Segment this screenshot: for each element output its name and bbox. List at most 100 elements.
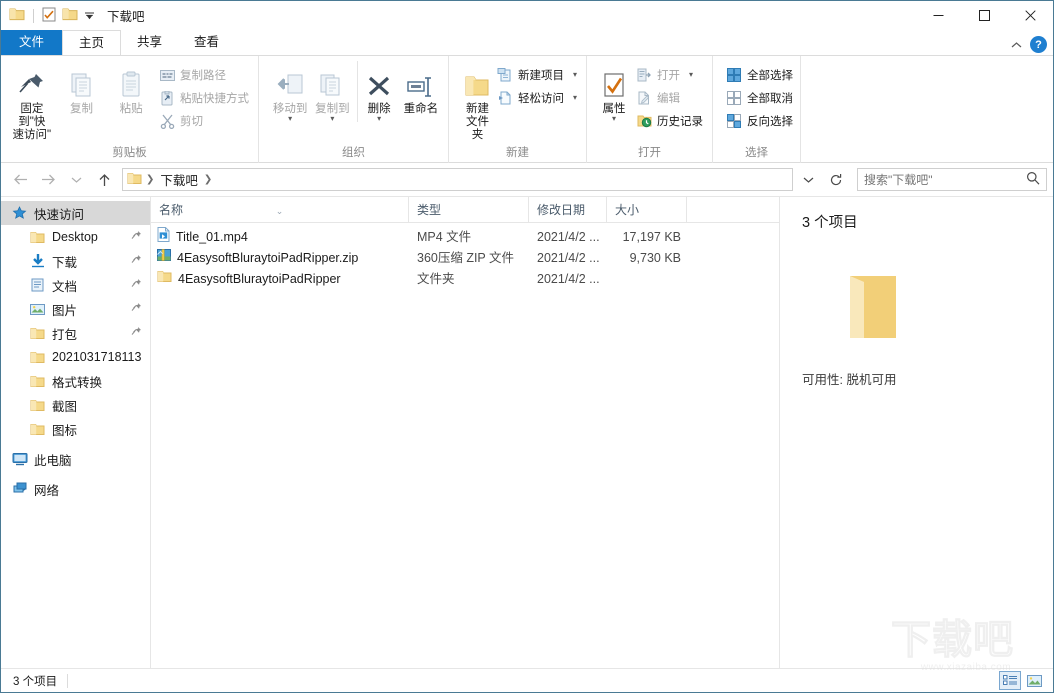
tab-share[interactable]: 共享 bbox=[121, 30, 179, 55]
address-input[interactable]: ❯ 下载吧 ❯ bbox=[122, 168, 793, 191]
cut-label: 剪切 bbox=[180, 116, 204, 128]
sidebar-item-network[interactable]: 网络 bbox=[1, 477, 150, 501]
sidebar-item-dabao[interactable]: 打包 bbox=[1, 321, 150, 345]
maximize-button[interactable] bbox=[961, 1, 1007, 30]
thumbnail-view-button[interactable] bbox=[1023, 671, 1045, 690]
close-button[interactable] bbox=[1007, 1, 1053, 30]
help-button[interactable]: ? bbox=[1030, 36, 1047, 53]
group-label-organize: 组织 bbox=[342, 147, 365, 159]
select-all-icon bbox=[726, 67, 742, 83]
column-header-type[interactable]: 类型 bbox=[409, 196, 529, 223]
delete-caret-icon[interactable]: ▾ bbox=[377, 115, 381, 123]
sidebar-item-2021031718113[interactable]: 2021031718113 bbox=[1, 345, 150, 369]
search-input[interactable] bbox=[864, 172, 1026, 187]
properties-caret-icon[interactable]: ▾ bbox=[612, 115, 616, 123]
breadcrumb-item[interactable]: 下载吧 bbox=[158, 170, 200, 189]
up-button[interactable] bbox=[91, 167, 117, 193]
new-folder-label-line1: 新建 bbox=[465, 103, 489, 115]
pin-icon[interactable] bbox=[131, 302, 142, 316]
file-name-cell[interactable]: 4EasysoftBluraytoiPadRipper.zip bbox=[151, 248, 409, 269]
copy-path-button[interactable]: 复制路径 bbox=[156, 65, 252, 85]
back-button[interactable] bbox=[7, 167, 33, 193]
open-caret-icon[interactable]: ▾ bbox=[689, 71, 693, 79]
copy-button[interactable]: 复制 bbox=[57, 61, 107, 116]
rename-button[interactable]: 重命名 bbox=[400, 61, 442, 116]
move-to-caret-icon[interactable]: ▾ bbox=[288, 115, 292, 123]
sidebar-item-format-conversion[interactable]: 格式转换 bbox=[1, 369, 150, 393]
table-row[interactable]: 4EasysoftBluraytoiPadRipper 文件夹 2021/4/2… bbox=[151, 269, 779, 290]
file-name-cell[interactable]: Title_01.mp4 bbox=[151, 227, 409, 248]
select-none-button[interactable]: 全部取消 bbox=[723, 88, 796, 108]
breadcrumb-separator[interactable]: ❯ bbox=[145, 174, 155, 185]
refresh-button[interactable] bbox=[823, 167, 849, 193]
address-dropdown-button[interactable] bbox=[795, 167, 821, 193]
tab-view[interactable]: 查看 bbox=[178, 30, 236, 55]
sidebar-item-this-pc[interactable]: 此电脑 bbox=[1, 447, 150, 471]
dropdown-arrow-icon[interactable] bbox=[84, 9, 95, 23]
folder-icon[interactable] bbox=[9, 7, 25, 24]
sidebar-item-label: 此电脑 bbox=[34, 453, 72, 468]
sidebar-item-label: 文档 bbox=[52, 279, 78, 294]
tab-home[interactable]: 主页 bbox=[62, 30, 122, 55]
sidebar-item-icons[interactable]: 图标 bbox=[1, 417, 150, 441]
pin-icon[interactable] bbox=[131, 278, 142, 292]
sidebar-item-screenshots[interactable]: 截图 bbox=[1, 393, 150, 417]
recent-locations-button[interactable] bbox=[63, 167, 89, 193]
pin-icon[interactable] bbox=[131, 254, 142, 268]
new-folder-button[interactable]: 新建 文件夹 bbox=[461, 61, 494, 142]
paste-shortcut-label: 粘贴快捷方式 bbox=[180, 93, 250, 105]
ribbon-tabs: 文件 主页 共享 查看 ? bbox=[1, 30, 1053, 55]
forward-button[interactable] bbox=[35, 167, 61, 193]
invert-selection-button[interactable]: 反向选择 bbox=[723, 111, 796, 131]
history-button[interactable]: 历史记录 bbox=[633, 111, 706, 131]
copy-to-button[interactable]: 复制到 ▾ bbox=[311, 61, 353, 123]
move-to-icon bbox=[275, 64, 305, 100]
ribbon-group-organize: 移动到 ▾ 复制到 ▾ 删除 ▾ 重命名 组织 bbox=[259, 56, 449, 163]
pin-icon[interactable] bbox=[131, 230, 142, 244]
minimize-button[interactable] bbox=[915, 1, 961, 30]
table-row[interactable]: 4EasysoftBluraytoiPadRipper.zip 360压缩 ZI… bbox=[151, 248, 779, 269]
chevron-up-icon[interactable] bbox=[1011, 38, 1022, 52]
ribbon: 固定到"快 速访问" 复制 粘贴 复制路径 粘贴快捷方式 剪切 剪贴板 移动到 … bbox=[1, 55, 1053, 163]
delete-button[interactable]: 删除 ▾ bbox=[357, 61, 399, 123]
search-icon[interactable] bbox=[1026, 171, 1040, 188]
paste-button[interactable]: 粘贴 bbox=[106, 61, 156, 116]
tab-file[interactable]: 文件 bbox=[1, 30, 63, 55]
sidebar-item-quick-access[interactable]: 快速访问 bbox=[1, 201, 150, 225]
move-to-button[interactable]: 移动到 ▾ bbox=[269, 61, 311, 123]
open-button[interactable]: 打开 ▾ bbox=[633, 65, 706, 85]
sidebar-item-documents[interactable]: 文档 bbox=[1, 273, 150, 297]
easy-access-button[interactable]: 轻松访问 ▾ bbox=[494, 88, 580, 108]
properties-icon[interactable] bbox=[42, 7, 56, 25]
copy-path-icon bbox=[159, 67, 175, 83]
navigation-pane: 快速访问 Desktop 下载 文档 图片 打包 2021031718113 格… bbox=[1, 197, 151, 668]
table-row[interactable]: Title_01.mp4 MP4 文件 2021/4/2 ... 17,197 … bbox=[151, 227, 779, 248]
folder-icon[interactable] bbox=[62, 7, 78, 24]
easy-access-caret-icon[interactable]: ▾ bbox=[573, 94, 577, 102]
folder-icon bbox=[29, 373, 46, 390]
pin-to-quick-access-button[interactable]: 固定到"快 速访问" bbox=[7, 61, 57, 142]
new-item-caret-icon[interactable]: ▾ bbox=[573, 71, 577, 79]
sidebar-item-desktop[interactable]: Desktop bbox=[1, 225, 150, 249]
invert-selection-label: 反向选择 bbox=[747, 116, 793, 128]
list-view-button[interactable] bbox=[999, 671, 1021, 690]
column-header-size[interactable]: 大小 bbox=[607, 196, 687, 223]
paste-shortcut-button[interactable]: 粘贴快捷方式 bbox=[156, 88, 252, 108]
column-header-name[interactable]: 名称 ⌄ bbox=[151, 196, 409, 223]
properties-button[interactable]: 属性 ▾ bbox=[595, 61, 633, 123]
download-icon bbox=[29, 253, 46, 270]
column-header-date[interactable]: 修改日期 bbox=[529, 196, 607, 223]
file-name-cell[interactable]: 4EasysoftBluraytoiPadRipper bbox=[151, 269, 409, 290]
sidebar-item-downloads[interactable]: 下载 bbox=[1, 249, 150, 273]
new-item-icon bbox=[497, 67, 513, 83]
edit-button[interactable]: 编辑 bbox=[633, 88, 706, 108]
pin-icon[interactable] bbox=[131, 326, 142, 340]
search-box[interactable] bbox=[857, 168, 1047, 191]
cut-button[interactable]: 剪切 bbox=[156, 111, 252, 131]
sidebar-item-pictures[interactable]: 图片 bbox=[1, 297, 150, 321]
new-item-button[interactable]: 新建项目 ▾ bbox=[494, 65, 580, 85]
folder-icon bbox=[29, 349, 46, 366]
breadcrumb-separator[interactable]: ❯ bbox=[203, 174, 213, 185]
select-all-button[interactable]: 全部选择 bbox=[723, 65, 796, 85]
copy-to-caret-icon[interactable]: ▾ bbox=[330, 115, 334, 123]
